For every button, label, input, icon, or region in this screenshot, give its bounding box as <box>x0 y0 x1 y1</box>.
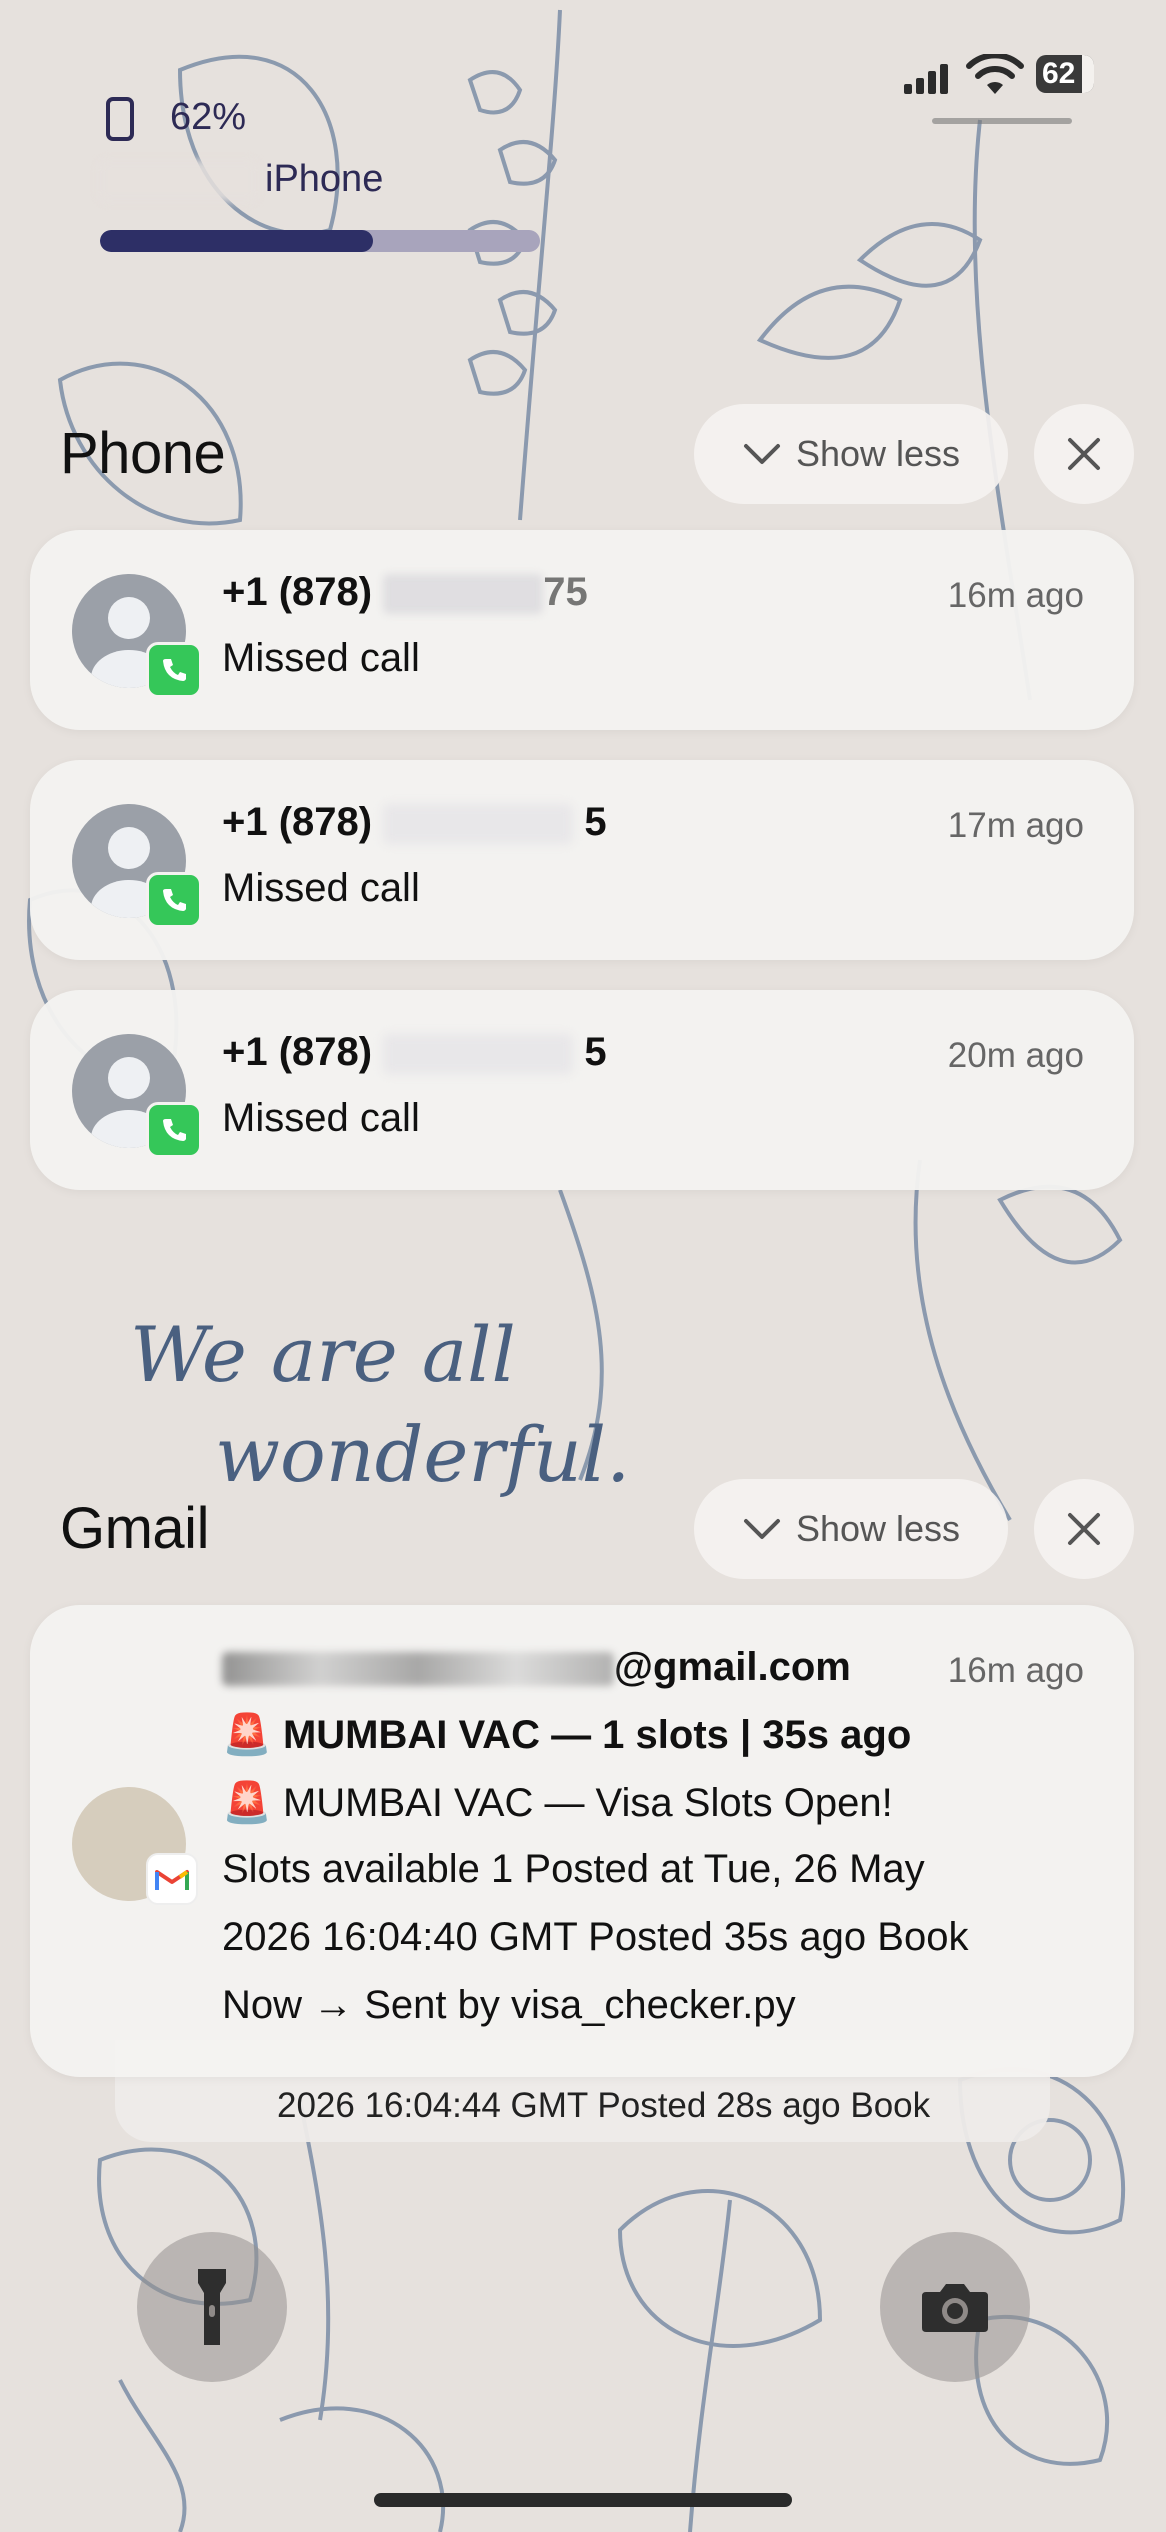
phone-app-icon <box>146 642 202 698</box>
notification-time: 16m ago <box>947 1651 1084 1690</box>
device-name: iPhone <box>265 158 384 200</box>
notification-time: 20m ago <box>947 1036 1084 1075</box>
missed-call-notification[interactable]: +1 (878) 75 Missed call 16m ago <box>30 530 1134 730</box>
caller-number: +1 (878) 5 <box>222 1030 607 1075</box>
battery-widget-device: iPhone <box>265 158 383 201</box>
caller-number-tail: 5 <box>584 800 607 844</box>
battery-widget-fill <box>100 230 373 252</box>
chevron-down-icon <box>743 444 780 464</box>
caller-number-prefix: +1 (878) <box>222 570 373 614</box>
phone-group-title: Phone <box>60 421 226 486</box>
close-icon <box>1068 438 1100 470</box>
gmail-group-title: Gmail <box>60 1496 209 1561</box>
email-preview-line-2: Slots available 1 Posted at Tue, 26 May <box>222 1847 925 1891</box>
quote-line-2: wonderful. <box>215 1410 631 1499</box>
redacted-digits <box>383 574 544 615</box>
home-indicator[interactable] <box>374 2493 792 2507</box>
preview-text: MUMBAI VAC — Visa Slots Open! <box>282 1781 893 1825</box>
cellular-signal-icon <box>904 62 954 94</box>
sender-email: @gmail.com <box>222 1645 851 1690</box>
notification-time: 16m ago <box>947 576 1084 615</box>
show-less-label: Show less <box>795 433 961 474</box>
caller-number-prefix: +1 (878) <box>222 1030 373 1074</box>
email-subject-text: MUMBAI VAC — 1 slots | 35s ago <box>282 1713 912 1757</box>
phone-app-icon <box>146 872 202 928</box>
battery-level: 62 <box>1042 57 1076 90</box>
email-preview-line-4: Now → Sent by visa_checker.py <box>222 1983 796 2027</box>
chevron-down-icon <box>743 1519 780 1539</box>
redacted-device-owner <box>98 160 258 202</box>
show-less-label: Show less <box>795 1508 961 1549</box>
phone-handset-icon <box>163 1119 186 1141</box>
phone-handset-icon <box>163 659 186 681</box>
caller-number: +1 (878) 75 <box>222 570 588 615</box>
email-preview-line-1: 🚨 MUMBAI VAC — Visa Slots Open! <box>222 1779 893 1826</box>
close-icon <box>1068 1513 1100 1545</box>
caller-number-tail: 75 <box>543 570 588 614</box>
battery-widget-bar <box>100 230 540 252</box>
caller-number-prefix: +1 (878) <box>222 800 373 844</box>
status-underline <box>932 118 1072 124</box>
phone-device-icon <box>106 97 134 141</box>
wallpaper-quote: We are all wonderful. <box>130 1305 630 1505</box>
battery-widget-percent: 62% <box>170 96 247 138</box>
camera-icon <box>922 2284 988 2332</box>
email-subject: 🚨 MUMBAI VAC — 1 slots | 35s ago <box>222 1711 911 1758</box>
gmail-app-icon <box>146 1853 198 1905</box>
phone-clear-button[interactable] <box>1034 404 1134 504</box>
missed-call-notification[interactable]: +1 (878) 5 Missed call 20m ago <box>30 990 1134 1190</box>
battery-icon: 62 <box>1036 55 1094 93</box>
gmail-show-less-button[interactable]: Show less <box>694 1479 1008 1579</box>
camera-button[interactable] <box>880 2232 1030 2382</box>
caller-number-tail: 5 <box>584 1030 607 1074</box>
phone-app-icon <box>146 1102 202 1158</box>
phone-show-less-button[interactable]: Show less <box>694 404 1008 504</box>
wallpaper-illustration <box>0 0 1166 2532</box>
caller-number: +1 (878) 5 <box>222 800 607 845</box>
gmail-logo-icon <box>155 1870 189 1890</box>
flashlight-button[interactable] <box>137 2232 287 2382</box>
notification-body: Missed call <box>222 866 420 910</box>
notification-body: Missed call <box>222 1096 420 1140</box>
sender-domain: @gmail.com <box>614 1645 851 1689</box>
missed-call-notification[interactable]: +1 (878) 5 Missed call 17m ago <box>30 760 1134 960</box>
phone-handset-icon <box>163 889 186 911</box>
redacted-digits <box>383 1034 574 1075</box>
siren-icon: 🚨 <box>222 1781 272 1825</box>
siren-icon: 🚨 <box>222 1713 272 1757</box>
flashlight-icon <box>198 2269 226 2345</box>
notification-time: 17m ago <box>947 806 1084 845</box>
redacted-digits <box>383 804 574 845</box>
stacked-preview-text: 2026 16:04:44 GMT Posted 28s ago Book <box>277 2086 931 2125</box>
wifi-icon <box>966 54 1024 94</box>
redacted-sender <box>222 1652 614 1687</box>
email-preview-line-3: 2026 16:04:40 GMT Posted 35s ago Book <box>222 1915 969 1959</box>
quote-line-1: We are all <box>130 1310 516 1399</box>
gmail-clear-button[interactable] <box>1034 1479 1134 1579</box>
notification-body: Missed call <box>222 636 420 680</box>
gmail-notification[interactable]: @gmail.com 16m ago 🚨 MUMBAI VAC — 1 slot… <box>30 1605 1134 2077</box>
